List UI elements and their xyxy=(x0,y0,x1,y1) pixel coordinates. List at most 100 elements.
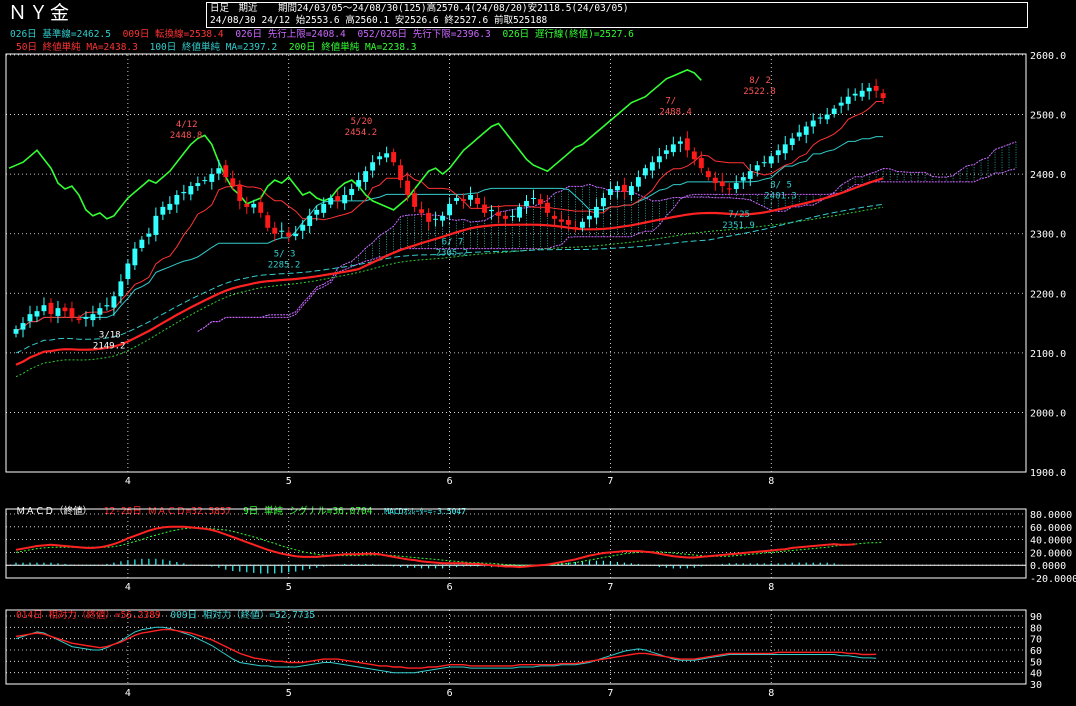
candle-body xyxy=(649,162,655,171)
annotation-value: 2351.9 xyxy=(722,221,755,231)
macd-tick-label: 80.0000 xyxy=(1030,510,1072,521)
macd-tick-label: 20.0000 xyxy=(1030,548,1072,559)
candle-body xyxy=(398,165,404,181)
candle-body xyxy=(447,203,453,216)
candle-body xyxy=(34,311,40,317)
candle-body xyxy=(195,183,201,187)
candle-body xyxy=(880,93,886,99)
annotation-value: 2454.2 xyxy=(345,128,378,138)
rsi-tick-label: 90 xyxy=(1030,612,1042,623)
annotation-date: 7/ xyxy=(665,96,676,106)
candle-body xyxy=(97,308,103,315)
candle-body xyxy=(475,197,480,204)
candle-body xyxy=(768,156,774,164)
candle-body xyxy=(153,215,159,235)
candle-body xyxy=(419,209,425,213)
candle-body xyxy=(55,308,61,316)
time-tick-label: 7 xyxy=(607,476,613,487)
time-tick-label: 4 xyxy=(125,582,131,593)
candle-body xyxy=(510,215,515,217)
candle-body xyxy=(244,203,250,207)
annotation-date: 6/ 7 xyxy=(442,238,464,248)
candle-body xyxy=(237,184,243,201)
annotation-value: 2149.2 xyxy=(93,342,126,352)
candle-body xyxy=(761,162,767,164)
candle-body xyxy=(328,197,334,205)
candle-body xyxy=(747,171,753,179)
time-tick-label: 7 xyxy=(607,582,613,593)
price-tick-label: 2600.0 xyxy=(1030,51,1066,62)
time-tick-label: 8 xyxy=(768,582,774,593)
candle-body xyxy=(593,206,599,218)
candle-body xyxy=(300,224,306,231)
candle-body xyxy=(76,318,82,321)
candle-body xyxy=(810,120,816,127)
candle-body xyxy=(496,212,501,216)
candle-body xyxy=(356,180,362,187)
candle-body xyxy=(83,317,89,319)
candle-body xyxy=(62,307,68,312)
senkou-b-line xyxy=(197,168,1017,332)
candle-body xyxy=(796,132,802,137)
candle-body xyxy=(691,151,697,160)
time-tick-label: 6 xyxy=(447,476,453,487)
candle-body xyxy=(517,206,522,218)
candle-body xyxy=(782,144,788,154)
time-tick-label: 7 xyxy=(607,688,613,699)
candle-body xyxy=(188,186,194,195)
candle-body xyxy=(705,171,711,178)
candle-body xyxy=(20,323,26,330)
candle-body xyxy=(635,177,641,187)
annotation-value: 2285.2 xyxy=(268,261,301,271)
candle-body xyxy=(104,305,110,307)
candle-body xyxy=(118,281,124,297)
candle-body xyxy=(614,186,620,191)
candle-body xyxy=(13,329,19,334)
rsi-tick-label: 30 xyxy=(1030,680,1042,691)
candle-body xyxy=(265,215,271,228)
annotation-date: 5/ 3 xyxy=(274,250,296,260)
candle-body xyxy=(670,144,676,153)
candle-body xyxy=(656,156,662,163)
candle-body xyxy=(607,189,613,195)
candle-body xyxy=(391,152,397,163)
candle-body xyxy=(552,215,557,219)
candle-body xyxy=(377,156,383,160)
candle-body xyxy=(852,93,858,96)
price-tick-label: 2300.0 xyxy=(1030,230,1066,241)
candle-body xyxy=(698,158,704,169)
candle-body xyxy=(286,232,292,237)
candle-body xyxy=(559,219,564,222)
candle-body xyxy=(545,202,550,213)
candle-body xyxy=(27,314,33,322)
price-tick-label: 2500.0 xyxy=(1030,111,1066,122)
candle-body xyxy=(873,85,879,91)
candle-body xyxy=(733,183,739,190)
candle-body xyxy=(538,199,543,204)
candle-body xyxy=(335,196,341,201)
candle-body xyxy=(111,296,117,308)
candle-body xyxy=(503,215,508,219)
candle-body xyxy=(146,233,152,237)
candle-body xyxy=(209,174,215,182)
candle-body xyxy=(370,162,376,171)
candle-body xyxy=(433,218,439,220)
rsi-tick-label: 60 xyxy=(1030,646,1042,657)
rsi-tick-label: 70 xyxy=(1030,635,1042,646)
annotation-value: 2522.8 xyxy=(743,87,776,97)
candle-body xyxy=(139,239,145,249)
time-tick-label: 4 xyxy=(125,476,131,487)
candle-body xyxy=(90,314,96,321)
candle-body xyxy=(489,209,494,212)
time-tick-label: 5 xyxy=(286,688,292,699)
time-tick-label: 5 xyxy=(286,476,292,487)
annotation-date: 8/ 5 xyxy=(770,180,792,190)
candle-body xyxy=(349,189,355,195)
candle-body xyxy=(440,215,446,221)
candle-body xyxy=(405,180,411,195)
candle-body xyxy=(579,221,585,228)
candle-body xyxy=(824,114,830,120)
time-tick-label: 8 xyxy=(768,688,774,699)
candle-body xyxy=(412,193,418,207)
candle-body xyxy=(586,215,592,220)
